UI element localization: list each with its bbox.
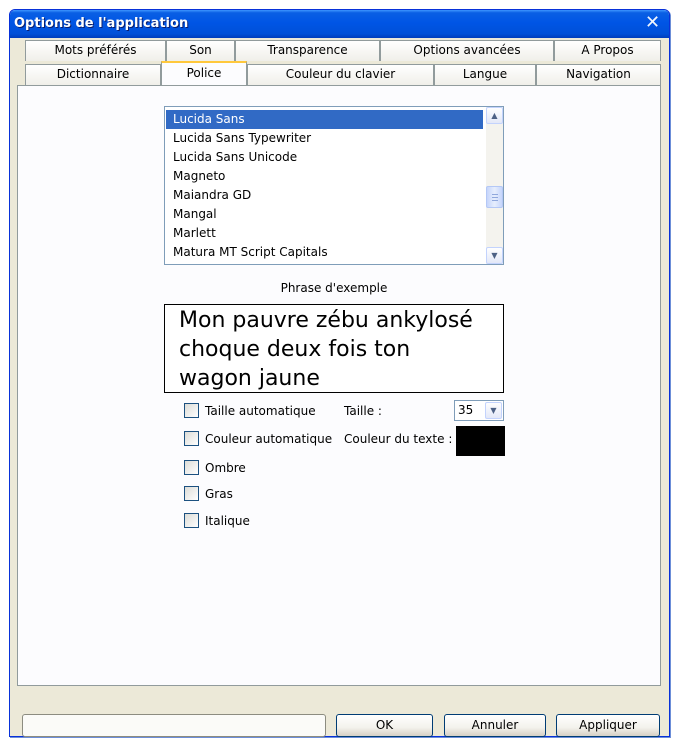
font-item-magneto[interactable]: Magneto xyxy=(166,167,483,186)
tab-row-1: Mots préférés Son Transparence Options a… xyxy=(0,40,678,61)
sample-preview: Mon pauvre zébu ankylosé choque deux foi… xyxy=(164,304,504,393)
italic-label: Italique xyxy=(205,514,250,528)
sample-label: Phrase d'exemple xyxy=(280,281,388,295)
font-item-lucida-sans-unicode[interactable]: Lucida Sans Unicode xyxy=(166,148,483,167)
italic-checkbox[interactable] xyxy=(184,513,199,528)
bold-checkbox[interactable] xyxy=(184,486,199,501)
title-bar[interactable]: Options de l'application ✕ xyxy=(10,10,669,38)
auto-color-label: Couleur automatique xyxy=(205,432,333,446)
font-list-scrollbar[interactable]: ▲ ▼ xyxy=(486,107,503,264)
shadow-label: Ombre xyxy=(205,461,246,475)
tab-transparence[interactable]: Transparence xyxy=(235,40,380,61)
tab-a-propos[interactable]: A Propos xyxy=(554,40,661,61)
size-combobox[interactable]: 35 ▼ xyxy=(454,400,504,421)
font-item-marlett[interactable]: Marlett xyxy=(166,224,483,243)
tab-dictionnaire[interactable]: Dictionnaire xyxy=(25,64,161,85)
cancel-button[interactable]: Annuler xyxy=(444,714,546,737)
size-dropdown-icon[interactable]: ▼ xyxy=(485,402,502,419)
auto-color-checkbox[interactable] xyxy=(184,431,199,446)
tab-mots-preferes[interactable]: Mots préférés xyxy=(25,40,166,61)
tab-police[interactable]: Police xyxy=(161,61,247,85)
tab-options-avancees[interactable]: Options avancées xyxy=(380,40,554,61)
window-title: Options de l'application xyxy=(14,16,189,31)
font-listbox[interactable]: Lucida Sans Lucida Sans Typewriter Lucid… xyxy=(164,106,504,265)
scroll-down-icon[interactable]: ▼ xyxy=(486,247,503,264)
tab-navigation[interactable]: Navigation xyxy=(536,64,661,85)
shadow-checkbox[interactable] xyxy=(184,460,199,475)
scroll-up-icon[interactable]: ▲ xyxy=(486,107,503,124)
scroll-thumb[interactable] xyxy=(486,186,503,208)
tab-row-2: Dictionnaire Police Couleur du clavier L… xyxy=(0,61,678,85)
apply-button[interactable]: Appliquer xyxy=(556,714,660,737)
sample-line-1: Mon pauvre zébu ankylosé xyxy=(179,308,473,333)
text-color-swatch[interactable] xyxy=(456,426,505,456)
font-item-lucida-sans[interactable]: Lucida Sans xyxy=(166,110,483,129)
font-item-matura-mt-script-capitals[interactable]: Matura MT Script Capitals xyxy=(166,243,483,262)
size-value: 35 xyxy=(458,403,474,417)
font-item-mangal[interactable]: Mangal xyxy=(166,205,483,224)
grip-line xyxy=(492,197,498,198)
grip-line xyxy=(492,200,498,201)
ok-button[interactable]: OK xyxy=(336,714,433,737)
auto-size-checkbox[interactable] xyxy=(184,403,199,418)
size-label: Taille : xyxy=(344,404,382,418)
close-icon[interactable]: ✕ xyxy=(642,13,663,34)
sample-line-2: choque deux fois ton xyxy=(179,337,411,362)
tab-couleur-du-clavier[interactable]: Couleur du clavier xyxy=(247,64,434,85)
font-item-maiandra-gd[interactable]: Maiandra GD xyxy=(166,186,483,205)
status-field xyxy=(22,714,326,737)
bold-label: Gras xyxy=(205,487,233,501)
font-item-lucida-sans-typewriter[interactable]: Lucida Sans Typewriter xyxy=(166,129,483,148)
tab-son[interactable]: Son xyxy=(166,40,235,61)
auto-size-label: Taille automatique xyxy=(205,404,316,418)
text-color-label: Couleur du texte : xyxy=(344,432,453,446)
tab-langue[interactable]: Langue xyxy=(434,64,536,85)
grip-line xyxy=(492,194,498,195)
sample-line-3: wagon jaune xyxy=(179,366,320,391)
